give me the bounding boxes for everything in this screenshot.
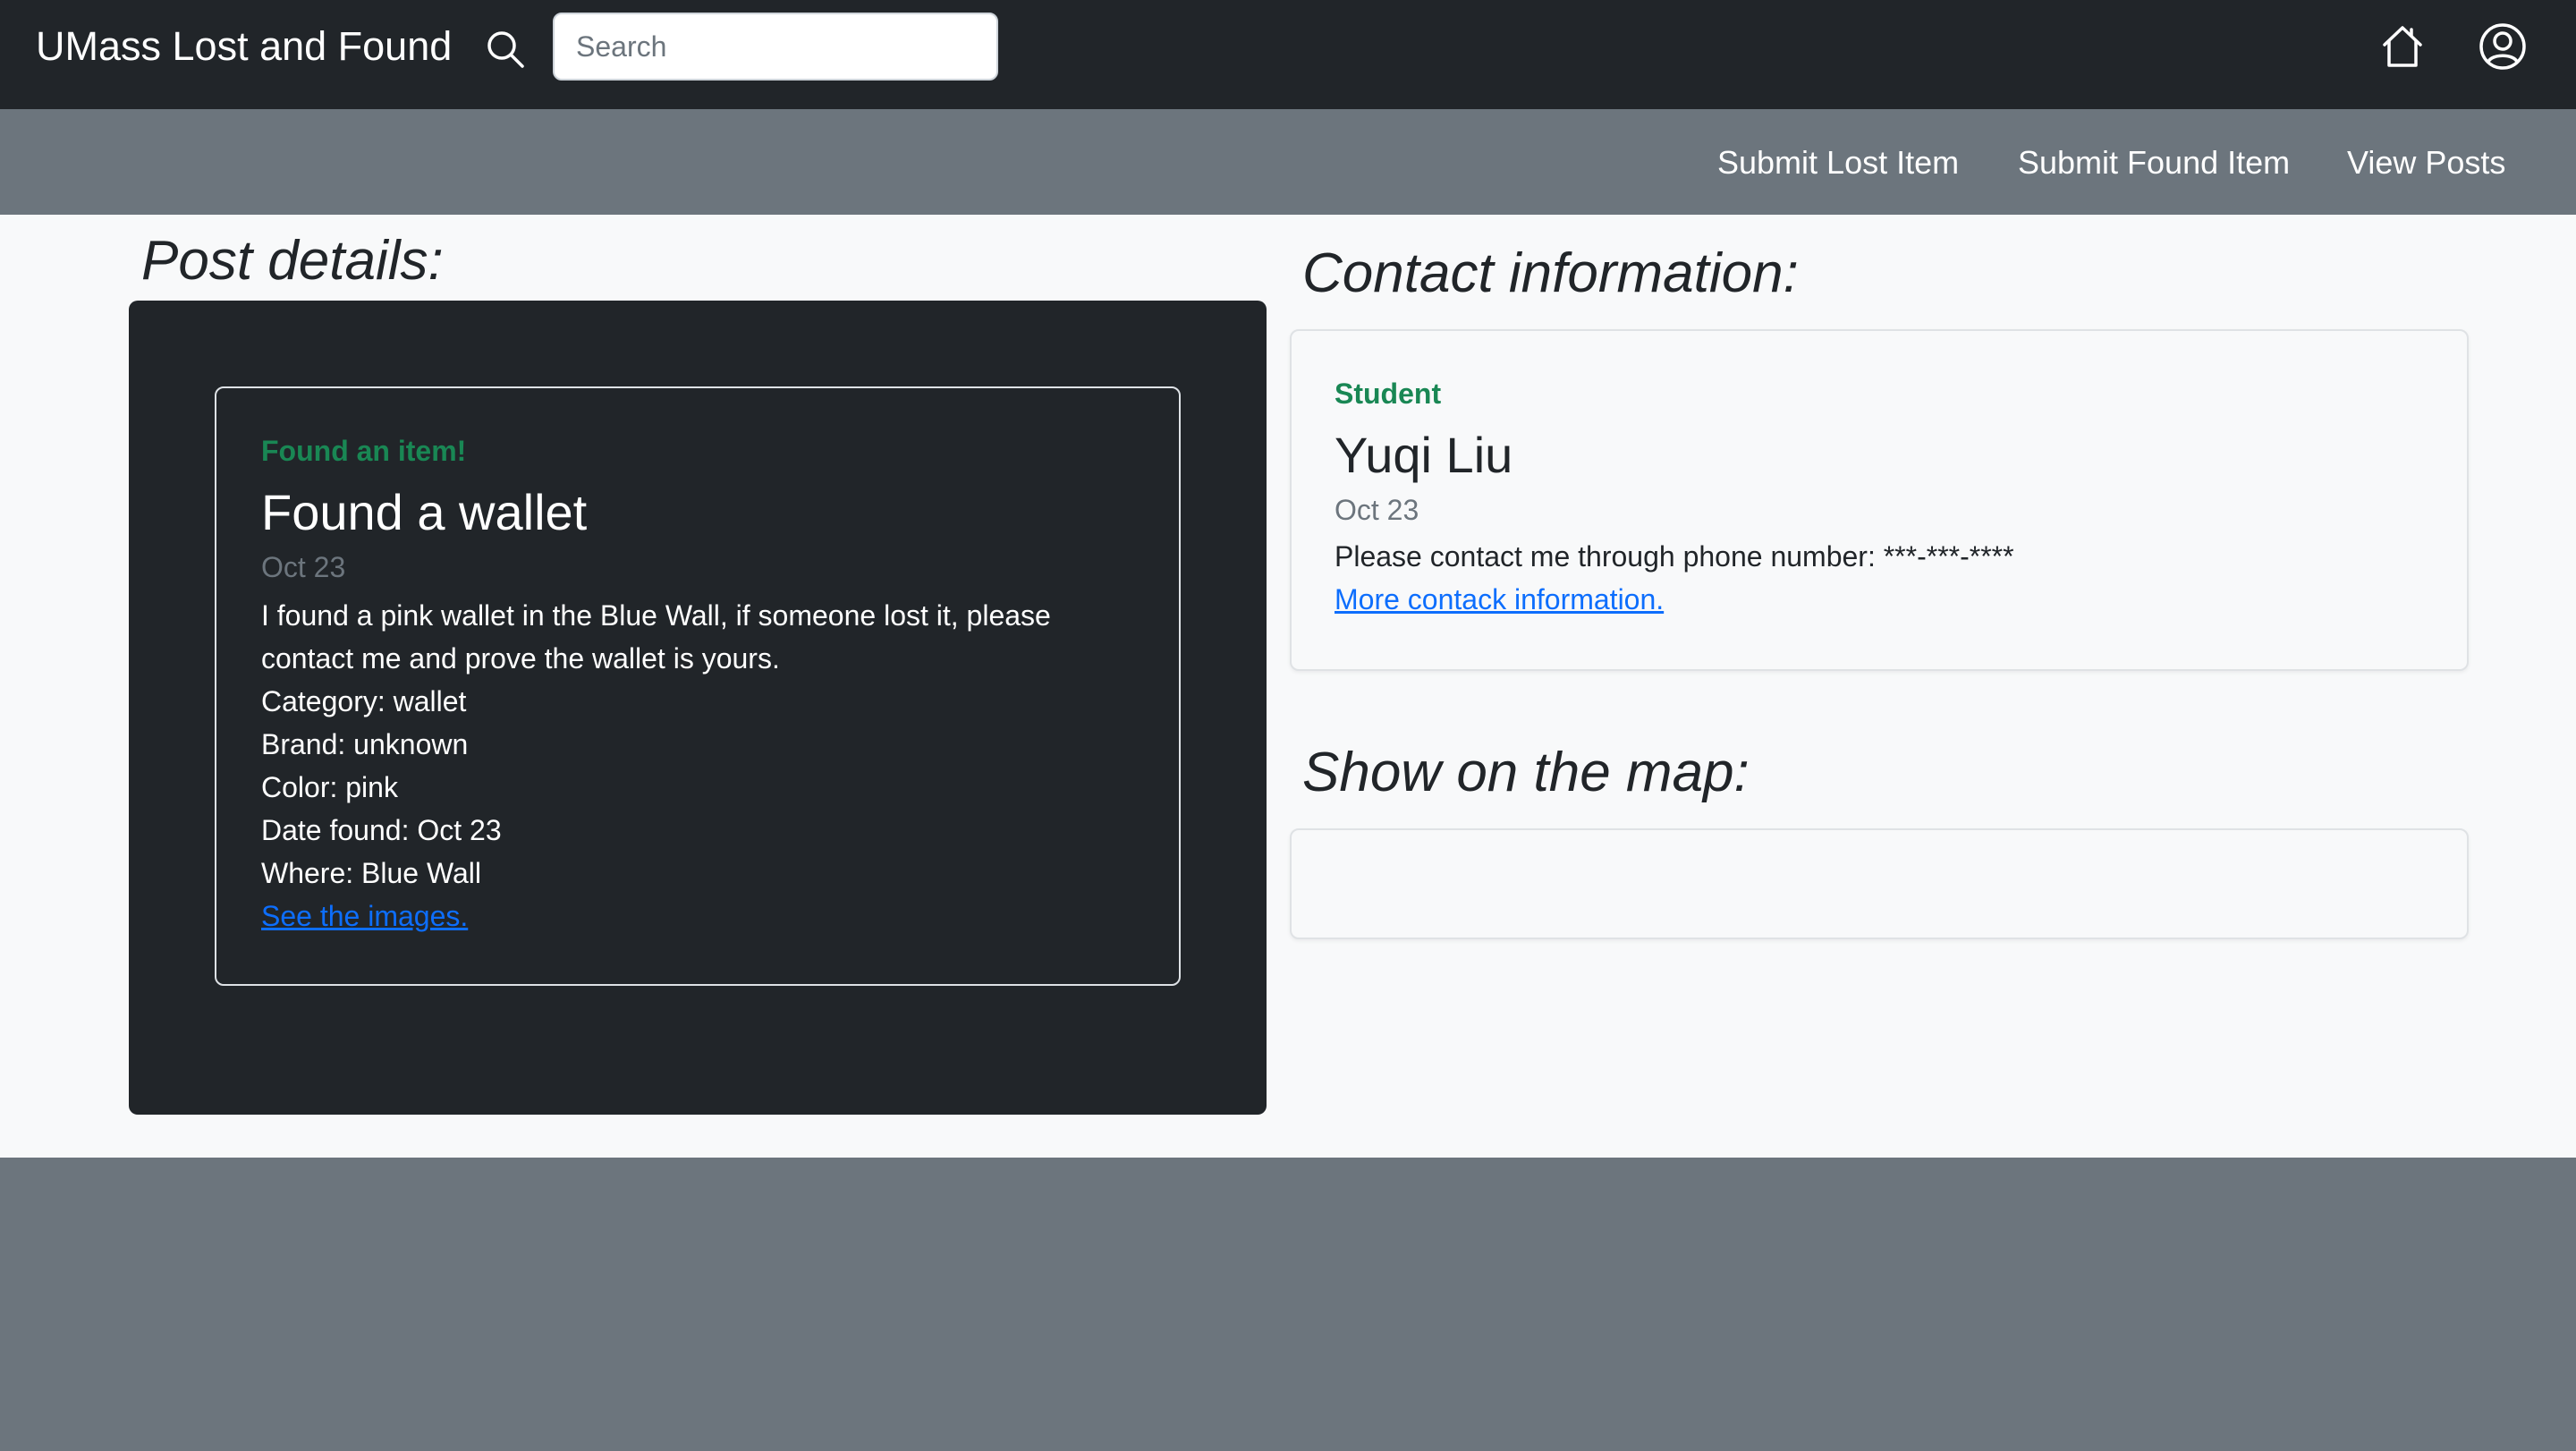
nav-submit-found-item[interactable]: Submit Found Item: [2018, 143, 2290, 182]
contact-date: Oct 23: [1335, 494, 1419, 526]
footer: [0, 1158, 2576, 1451]
nav-submit-lost-item[interactable]: Submit Lost Item: [1717, 143, 1959, 182]
post-description: I found a pink wallet in the Blue Wall, …: [261, 599, 1051, 675]
brand-title[interactable]: UMass Lost and Found: [36, 20, 452, 73]
post-date: Oct 23: [261, 551, 346, 583]
post-location: Where: Blue Wall: [261, 857, 481, 889]
search-button[interactable]: [483, 27, 528, 72]
post-details-heading: Post details:: [141, 230, 444, 292]
contact-name: Yuqi Liu: [1335, 427, 1513, 483]
map-container[interactable]: [1290, 828, 2469, 939]
home-icon: [2383, 26, 2422, 67]
post-card: Found an item! Found a wallet Oct 23 I f…: [215, 386, 1181, 986]
post-color: Color: pink: [261, 771, 398, 803]
post-panel: Found an item! Found a wallet Oct 23 I f…: [129, 301, 1267, 1115]
contact-message: Please contact me through phone number: …: [1335, 540, 2014, 573]
map-heading: Show on the map:: [1302, 742, 1750, 803]
post-date-found: Date found: Oct 23: [261, 814, 502, 846]
account-button[interactable]: [2478, 21, 2528, 72]
main-content: Post details: Found an item! Found a wal…: [0, 215, 2576, 1158]
top-navbar: UMass Lost and Found: [0, 0, 2576, 109]
contact-info-heading: Contact information:: [1302, 242, 1799, 304]
contact-role: Student: [1335, 378, 1442, 410]
secondary-nav: Submit Lost Item Submit Found Item View …: [0, 109, 2576, 215]
nav-view-posts[interactable]: View Posts: [2347, 143, 2505, 182]
see-images-link[interactable]: See the images.: [261, 900, 468, 932]
home-button[interactable]: [2377, 21, 2428, 72]
post-title: Found a wallet: [261, 484, 588, 540]
post-brand: Brand: unknown: [261, 728, 469, 760]
post-type-label: Found an item!: [261, 435, 467, 467]
post-category: Category: wallet: [261, 685, 467, 717]
user-circle-icon: [2479, 23, 2526, 70]
contact-card: Student Yuqi Liu Oct 23 Please contact m…: [1290, 329, 2469, 671]
search-input[interactable]: [553, 13, 998, 81]
post-body: I found a pink wallet in the Blue Wall, …: [261, 594, 1102, 938]
search-icon: [487, 31, 524, 68]
more-contact-link[interactable]: More contack information.: [1335, 578, 1664, 621]
